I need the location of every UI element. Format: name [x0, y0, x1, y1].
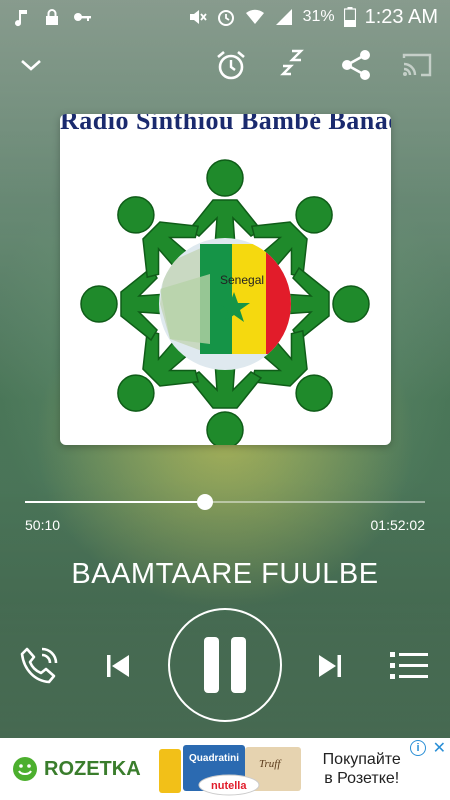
sleep-timer-button[interactable]	[274, 46, 312, 84]
track-title: BAAMTAARE FUULBE	[71, 558, 379, 590]
station-title: Radio Sinthiou Bambé Banadji	[60, 114, 391, 135]
pause-icon	[204, 637, 246, 693]
ad-product-label: nutella	[211, 780, 247, 792]
status-bar: 31% 1:23 AM	[0, 0, 450, 34]
share-button[interactable]	[337, 46, 375, 84]
collapse-button[interactable]	[12, 46, 50, 84]
phone-icon	[20, 647, 58, 684]
clock: 1:23 AM	[364, 5, 438, 28]
previous-icon	[107, 655, 129, 677]
battery-percent: 31%	[302, 8, 335, 25]
play-pause-button[interactable]	[168, 608, 282, 722]
playlist-button[interactable]	[386, 645, 432, 685]
sleep-timer-icon	[280, 49, 304, 76]
next-icon	[319, 655, 341, 677]
elapsed-time: 50:10	[25, 517, 61, 533]
key-icon	[74, 13, 91, 21]
seek-fill	[25, 501, 205, 503]
alarm-button[interactable]	[212, 46, 250, 84]
ad-product-image: Quadratini Truff nutella	[158, 741, 309, 797]
playlist-icon	[390, 652, 428, 679]
alarm-clock-icon	[217, 51, 245, 80]
cast-button[interactable]	[398, 46, 436, 84]
station-logo: Senegal	[80, 159, 370, 445]
ad-product-label: Truff	[259, 758, 282, 770]
ad-text[interactable]: Покупайте в Розетке!	[323, 750, 401, 788]
mute-icon	[189, 10, 207, 24]
seek-thumb[interactable]	[197, 494, 213, 510]
ad-brand[interactable]: ROZETKA	[12, 756, 141, 782]
ad-banner[interactable]: ROZETKA Quadratini Truff nutella Покупай…	[0, 738, 450, 800]
ad-text-line: Покупайте	[322, 751, 401, 768]
share-icon	[342, 50, 370, 80]
previous-button[interactable]	[100, 648, 136, 684]
ad-product-label: Quadratini	[189, 753, 239, 764]
ad-info-icon[interactable]: i	[410, 740, 426, 756]
next-button[interactable]	[312, 648, 348, 684]
signal-icon	[275, 9, 292, 25]
total-time: 01:52:02	[370, 517, 426, 533]
chevron-down-icon	[21, 60, 41, 71]
seek-bar[interactable]	[25, 492, 425, 512]
smiley-logo-icon	[13, 757, 37, 781]
lock-icon	[46, 9, 58, 25]
battery-icon	[343, 7, 356, 27]
ad-brand-name: ROZETKA	[44, 757, 141, 780]
alarm-icon	[217, 10, 234, 26]
player-toolbar	[0, 40, 450, 90]
ad-close-icon[interactable]: ✕	[433, 738, 446, 758]
album-art: Senegal Radio Sinthiou Bambé Banadji	[60, 114, 391, 445]
cast-icon	[402, 53, 432, 77]
music-note-icon	[15, 10, 27, 27]
call-button[interactable]	[16, 643, 62, 689]
ad-text-line: в Розетке!	[324, 770, 400, 787]
wifi-icon	[245, 9, 264, 24]
map-label: Senegal	[220, 273, 264, 287]
